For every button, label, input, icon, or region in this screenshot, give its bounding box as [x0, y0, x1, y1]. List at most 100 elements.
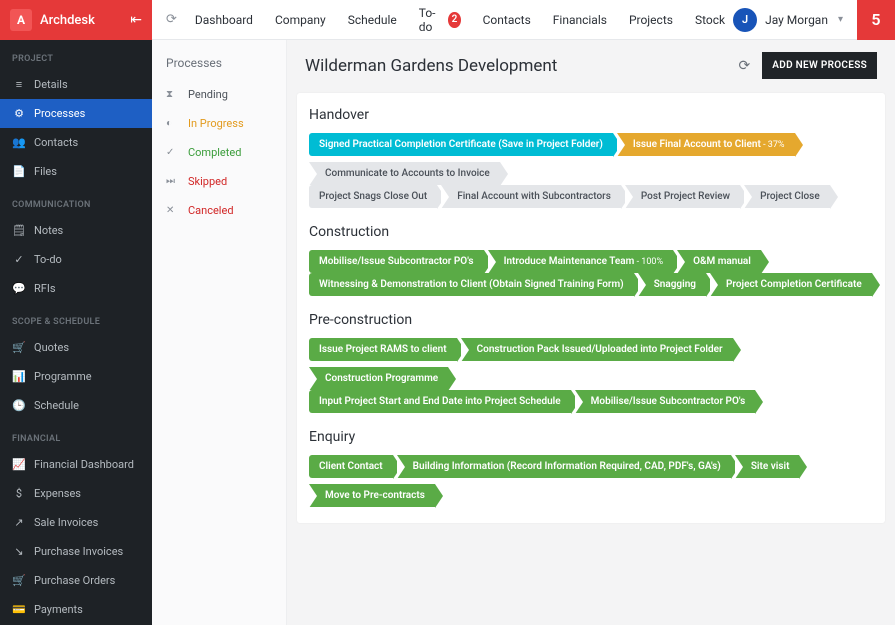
- topbar: ⟳ Dashboard Company Schedule To-do2 Contacts…: [152, 0, 895, 40]
- process-section: ConstructionMobilise/Issue Subcontractor…: [309, 224, 873, 296]
- processes-icon: ⚙: [12, 107, 26, 120]
- sidebar-item-label: To-do: [34, 253, 62, 266]
- process-step[interactable]: Project Snags Close Out: [309, 185, 437, 208]
- financial-dashboard-icon: 📈: [12, 458, 26, 471]
- sidebar-item-financial-dashboard[interactable]: 📈 Financial Dashboard: [0, 450, 152, 479]
- process-step[interactable]: Site visit: [735, 455, 800, 478]
- sidebar-section-header: FINANCIAL: [0, 420, 152, 450]
- step-label: Issue Final Account to Client: [633, 139, 761, 150]
- filter-inprogress[interactable]: ◐In Progress: [152, 109, 286, 138]
- sidebar-item-purchase-orders[interactable]: 🛒Purchase Orders: [0, 566, 152, 595]
- main: ⟳ Dashboard Company Schedule To-do2 Contacts…: [152, 0, 895, 625]
- process-step[interactable]: Issue Project RAMS to client: [309, 338, 457, 361]
- filter-title: Processes: [152, 50, 286, 80]
- sidebar-item-label: Details: [34, 78, 68, 91]
- filter-skipped[interactable]: ⏭Skipped: [152, 167, 286, 196]
- step-label: Mobilise/Issue Subcontractor PO's: [319, 256, 474, 267]
- process-step[interactable]: Communicate to Accounts to Invoice: [309, 162, 500, 185]
- process-step[interactable]: Issue Final Account to Client - 37%: [617, 133, 795, 156]
- filter-completed[interactable]: ✓Completed: [152, 138, 286, 167]
- completed-icon: ✓: [166, 147, 180, 158]
- filter-pending[interactable]: ⧗ Pending: [152, 80, 286, 109]
- step-label: Snagging: [654, 279, 696, 290]
- user-menu[interactable]: J Jay Morgan ▾: [733, 8, 843, 32]
- step-label: Site visit: [751, 461, 790, 472]
- sidebar-item-label: Processes: [34, 107, 85, 120]
- process-step[interactable]: O&M manual: [677, 250, 761, 273]
- sidebar-item-label: Expenses: [34, 487, 81, 500]
- filter-label: Skipped: [188, 175, 227, 188]
- sidebar-item-payments[interactable]: 💳Payments: [0, 595, 152, 624]
- process-step[interactable]: Construction Programme: [309, 367, 448, 390]
- process-section: EnquiryClient ContactBuilding Informatio…: [309, 429, 873, 507]
- sidebar-item-quotes[interactable]: 🛒Quotes: [0, 333, 152, 362]
- sidebar-item-to-do[interactable]: ✓ To-do: [0, 245, 152, 274]
- pending-icon: ⧗: [166, 89, 180, 100]
- step-label: Project Close: [760, 191, 820, 202]
- sale-invoices-icon: ↗: [12, 516, 26, 529]
- add-new-process-button[interactable]: ADD NEW PROCESS: [762, 52, 877, 79]
- sidebar-item-programme[interactable]: 📊Programme: [0, 362, 152, 391]
- process-step[interactable]: Project Completion Certificate: [710, 273, 872, 296]
- programme-icon: 📊: [12, 370, 26, 383]
- sidebar-item-processes[interactable]: ⚙ Processes: [0, 99, 152, 128]
- canceled-icon: ✕: [166, 205, 180, 216]
- nav-schedule[interactable]: Schedule: [348, 6, 397, 34]
- process-step[interactable]: Mobilise/Issue Subcontractor PO's: [575, 390, 756, 413]
- sidebar-item-files[interactable]: 📄Files: [0, 157, 152, 186]
- step-label: Mobilise/Issue Subcontractor PO's: [591, 396, 746, 407]
- nav-label: Financials: [553, 13, 607, 27]
- sidebar-item-schedule[interactable]: 🕒Schedule: [0, 391, 152, 420]
- history-icon[interactable]: ⟳: [166, 12, 177, 27]
- process-step[interactable]: Mobilise/Issue Subcontractor PO's: [309, 250, 484, 273]
- nav-projects[interactable]: Projects: [629, 6, 673, 34]
- process-step[interactable]: Move to Pre-contracts: [309, 484, 435, 507]
- sidebar-section-header: COMMUNICATION: [0, 186, 152, 216]
- process-step[interactable]: Building Information (Record Information…: [397, 455, 731, 478]
- sidebar-section-header: PROJECT: [0, 40, 152, 70]
- process-step[interactable]: Construction Pack Issued/Uploaded into P…: [461, 338, 733, 361]
- sidebar-collapse-icon[interactable]: ⇤: [130, 12, 142, 28]
- nav-stock[interactable]: Stock: [695, 6, 725, 34]
- nav-financials[interactable]: Financials: [553, 6, 607, 34]
- nav-to-do[interactable]: To-do2: [419, 6, 461, 34]
- content: Wilderman Gardens Development ⟳ ADD NEW …: [287, 40, 895, 625]
- nav-label: Company: [275, 13, 326, 27]
- process-step[interactable]: Post Project Review: [625, 185, 740, 208]
- process-step[interactable]: Signed Practical Completion Certificate …: [309, 133, 613, 156]
- step-row: Mobilise/Issue Subcontractor PO's Introdu…: [309, 250, 873, 273]
- sidebar-item-details[interactable]: ≡Details: [0, 70, 152, 99]
- nav-company[interactable]: Company: [275, 6, 326, 34]
- notification-count[interactable]: 5: [857, 0, 895, 40]
- process-step[interactable]: Final Account with Subcontractors: [441, 185, 621, 208]
- process-step[interactable]: Introduce Maintenance Team - 100%: [488, 250, 674, 273]
- sidebar-item-sale-invoices[interactable]: ↗Sale Invoices: [0, 508, 152, 537]
- sidebar-item-expenses[interactable]: $Expenses: [0, 479, 152, 508]
- to-do-icon: ✓: [12, 253, 26, 266]
- process-step[interactable]: Project Close: [744, 185, 830, 208]
- filter-label: Pending: [188, 88, 228, 101]
- brand-name: Archdesk: [40, 13, 130, 28]
- process-section: Pre-constructionIssue Project RAMS to cl…: [309, 312, 873, 413]
- nav-contacts[interactable]: Contacts: [483, 6, 531, 34]
- process-step[interactable]: Input Project Start and End Date into Pr…: [309, 390, 571, 413]
- step-label: Project Snags Close Out: [319, 191, 427, 202]
- schedule-icon: 🕒: [12, 399, 26, 412]
- topbar-nav: Dashboard Company Schedule To-do2 Contacts Fi…: [195, 6, 725, 34]
- sidebar-item-purchase-invoices[interactable]: ↘Purchase Invoices: [0, 537, 152, 566]
- nav-label: Dashboard: [195, 13, 253, 27]
- filter-canceled[interactable]: ✕Canceled: [152, 196, 286, 225]
- sidebar-item-notes[interactable]: 🗒Notes: [0, 216, 152, 245]
- sidebar-item-label: Financial Dashboard: [34, 458, 134, 471]
- process-step[interactable]: Client Contact: [309, 455, 393, 478]
- process-step[interactable]: Witnessing & Demonstration to Client (Ob…: [309, 273, 634, 296]
- sidebar-item-rfis[interactable]: 💬RFIs: [0, 274, 152, 303]
- nav-dashboard[interactable]: Dashboard: [195, 6, 253, 34]
- step-row: Client ContactBuilding Information (Reco…: [309, 455, 873, 507]
- sidebar-item-contacts[interactable]: 👥Contacts: [0, 128, 152, 157]
- refresh-icon[interactable]: ⟳: [739, 58, 751, 74]
- filter-column: Processes ⧗ Pending ◐In Progress✓Completed…: [152, 40, 287, 625]
- process-step[interactable]: Snagging: [638, 273, 706, 296]
- nav-label: Stock: [695, 13, 725, 27]
- sidebar-item-label: Files: [34, 165, 57, 178]
